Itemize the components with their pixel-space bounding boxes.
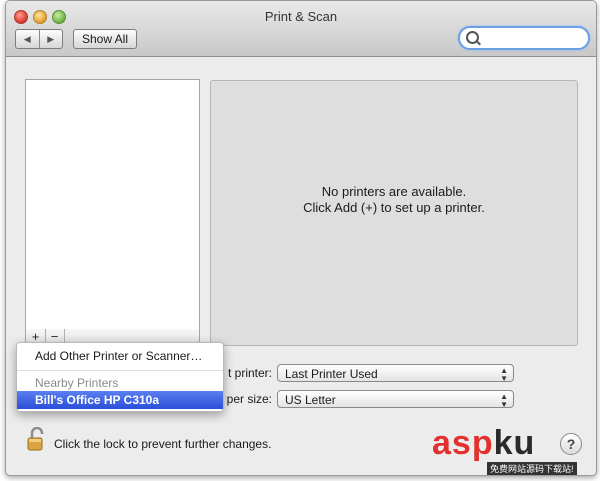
window-title: Print & Scan — [264, 9, 338, 24]
forward-button[interactable]: ▶ — [38, 30, 63, 48]
add-printer-menu: Add Other Printer or Scanner… Nearby Pri… — [16, 342, 224, 412]
show-all-button[interactable]: Show All — [73, 29, 137, 49]
search-icon — [466, 31, 479, 44]
back-forward-control: ◀ ▶ — [15, 29, 63, 49]
title-bar: Print & Scan ◀ ▶ Show All — [6, 1, 596, 57]
menu-item-nearby-printer[interactable]: Bill's Office HP C310a — [17, 391, 223, 409]
popup-arrows-icon: ▲ ▼ — [500, 392, 508, 409]
printer-detail-pane: No printers are available. Click Add (+)… — [210, 80, 578, 346]
lock-message: Click the lock to prevent further change… — [54, 437, 272, 451]
back-button[interactable]: ◀ — [16, 30, 39, 48]
add-printer-hint: Click Add (+) to set up a printer. — [303, 200, 485, 215]
help-button[interactable]: ? — [560, 433, 582, 455]
watermark-subtitle: 免费网站源码下载站! — [487, 462, 577, 475]
default-printer-label: t printer: — [227, 366, 272, 380]
watermark-text-dark: ku — [493, 424, 536, 462]
watermark-logo: aspku — [432, 424, 535, 463]
menu-header-nearby-printers: Nearby Printers — [35, 376, 119, 390]
no-printers-message: No printers are available. — [321, 184, 467, 199]
back-arrow-icon: ◀ — [23, 33, 31, 44]
popup-arrows-icon: ▲ ▼ — [500, 366, 508, 383]
forward-arrow-icon: ▶ — [47, 33, 55, 44]
menu-separator — [17, 370, 223, 371]
search-field[interactable] — [458, 26, 590, 50]
padlock-open-icon[interactable] — [27, 427, 47, 451]
menu-item-add-other-printer[interactable]: Add Other Printer or Scanner… — [17, 347, 223, 365]
default-printer-popup[interactable]: Last Printer Used ▲ ▼ — [277, 364, 514, 383]
default-printer-value: Last Printer Used — [285, 367, 378, 381]
printer-list[interactable] — [25, 79, 200, 331]
paper-size-popup[interactable]: US Letter ▲ ▼ — [277, 390, 514, 409]
paper-size-value: US Letter — [285, 393, 336, 407]
paper-size-label: per size: — [226, 392, 272, 406]
watermark-text-red: asp — [432, 424, 494, 462]
